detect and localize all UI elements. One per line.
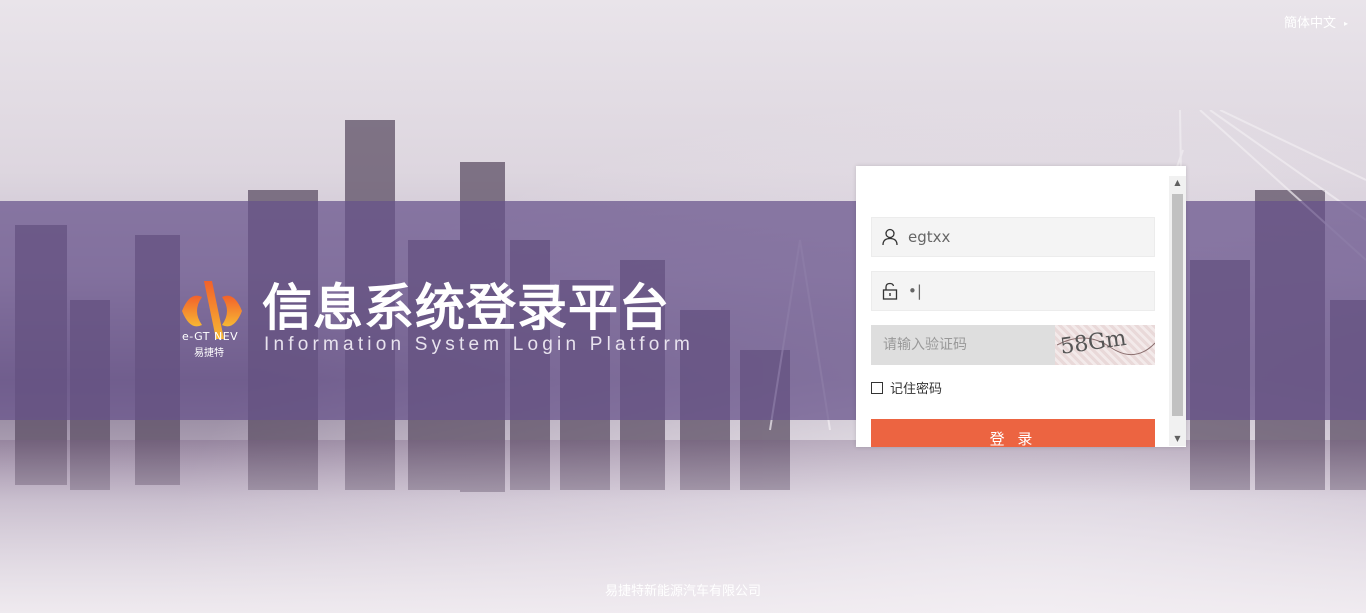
- footer-company: 易捷特新能源汽车有限公司: [604, 584, 761, 599]
- user-icon: [872, 228, 908, 246]
- remember-password[interactable]: 记住密码: [871, 378, 942, 397]
- scroll-down-arrow-icon[interactable]: ▼: [1169, 432, 1186, 446]
- username-value: egtxx: [908, 228, 951, 246]
- remember-checkbox[interactable]: [871, 381, 883, 394]
- scroll-up-arrow-icon[interactable]: ▲: [1169, 176, 1186, 190]
- dropdown-caret-icon: ▸: [1344, 19, 1349, 28]
- captcha-image[interactable]: 58Gm: [1055, 325, 1156, 365]
- password-field[interactable]: •|: [871, 271, 1155, 311]
- scroll-thumb[interactable]: [1172, 194, 1183, 416]
- remember-label: 记住密码: [890, 382, 943, 397]
- language-selector[interactable]: 簡体中文 ▸: [1284, 12, 1348, 31]
- captcha-input[interactable]: [881, 336, 1061, 354]
- captcha-field: 58Gm: [871, 325, 1156, 365]
- platform-title-en: Information System Login Platform: [264, 334, 695, 355]
- lock-icon: [872, 282, 908, 300]
- captcha-text: 58Gm: [1059, 326, 1128, 360]
- platform-title-cn: 信息系统登录平台: [262, 279, 670, 337]
- login-panel: egtxx •| 58Gm 记住密码 登 录 ▲ ▼: [856, 166, 1186, 447]
- language-label: 簡体中文: [1284, 16, 1337, 31]
- brand-name: e-GT NEV: [182, 330, 239, 343]
- login-button[interactable]: 登 录: [871, 419, 1155, 447]
- panel-scrollbar[interactable]: ▲ ▼: [1169, 176, 1186, 446]
- password-value: •|: [908, 282, 922, 300]
- username-field[interactable]: egtxx: [871, 217, 1155, 257]
- brand-name-cn: 易捷特: [194, 348, 224, 359]
